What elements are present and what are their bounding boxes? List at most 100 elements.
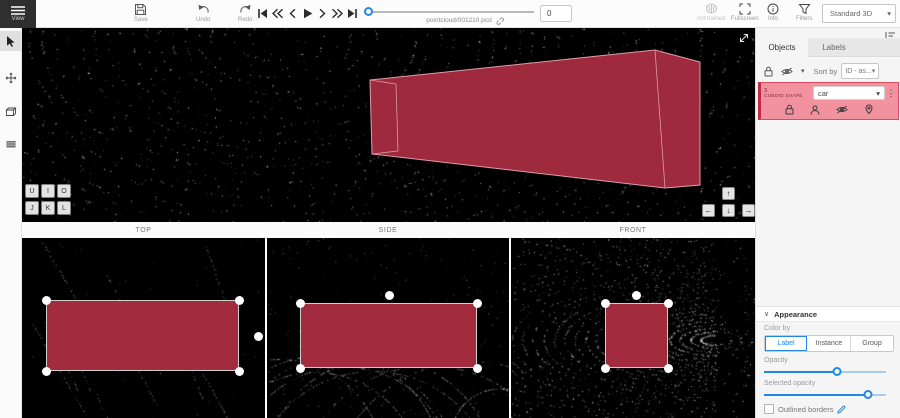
handle-bottom-right[interactable] — [664, 364, 673, 373]
perspective-viewport[interactable]: U I O J K L ↑ ← ↓ → — [22, 28, 755, 222]
nudge-down-button[interactable]: ↓ — [722, 204, 735, 217]
color-by-option-instance[interactable]: Instance — [808, 336, 851, 351]
hotkey-label: O — [61, 188, 66, 195]
lock-all-icon[interactable] — [764, 66, 773, 77]
fullscreen-button[interactable]: Fullscreen — [731, 3, 759, 22]
undo-button[interactable]: Undo — [196, 3, 210, 23]
handle-rotate[interactable] — [254, 332, 263, 341]
move-icon — [5, 72, 17, 84]
fast-backward-button[interactable] — [271, 7, 284, 20]
main-menu-button[interactable]: View — [0, 0, 36, 28]
handle-top-center[interactable] — [385, 291, 394, 300]
outlined-borders-row: Outlined borders — [764, 404, 846, 414]
save-button[interactable]: Save — [134, 3, 148, 23]
outlined-borders-checkbox[interactable] — [764, 404, 774, 414]
handle-top-left[interactable] — [601, 299, 610, 308]
color-by-segmented-control: Label Instance Group — [764, 335, 894, 352]
handle-bottom-right[interactable] — [235, 367, 244, 376]
hide-object-icon[interactable] — [836, 105, 848, 114]
play-button[interactable] — [301, 7, 314, 20]
paint-region-tool-button[interactable] — [0, 134, 21, 154]
frame-number-input[interactable] — [540, 5, 572, 22]
sort-dropdown[interactable]: ID - as... ▾ — [841, 63, 879, 79]
hotkey-k[interactable]: K — [41, 201, 55, 215]
cuboid-projection-front[interactable] — [605, 303, 668, 368]
hotkey-i[interactable]: I — [41, 184, 55, 198]
nudge-up-button[interactable]: ↑ — [722, 187, 735, 200]
brain-icon — [705, 3, 718, 15]
tab-objects[interactable]: Objects — [756, 38, 808, 57]
fast-forward-button[interactable] — [331, 7, 344, 20]
handle-top-left[interactable] — [42, 296, 51, 305]
frame-slider-knob[interactable] — [364, 7, 373, 16]
pan-tool-button[interactable] — [0, 68, 21, 88]
filters-button[interactable]: Filters — [796, 3, 812, 22]
filters-label: Filters — [796, 16, 812, 22]
side-ortho-view[interactable] — [267, 238, 509, 418]
link-icon[interactable] — [495, 16, 504, 25]
front-ortho-view[interactable] — [511, 238, 755, 418]
appearance-section-header[interactable]: ∨ Appearance — [756, 306, 900, 322]
cuboid-projection-side[interactable] — [300, 303, 477, 368]
opacity-slider-knob[interactable] — [833, 367, 842, 376]
filename: pointcloud/001210.pcd — [426, 17, 491, 24]
selected-opacity-slider-knob[interactable] — [863, 390, 872, 399]
object-class-dropdown[interactable]: car ▾ — [813, 86, 885, 100]
front-view-label: FRONT — [511, 222, 755, 238]
handle-top-center[interactable] — [632, 291, 641, 300]
handle-bottom-left[interactable] — [296, 364, 305, 373]
color-by-option-label[interactable]: Label — [765, 336, 808, 351]
nudge-right-button[interactable]: → — [742, 204, 755, 217]
redo-button[interactable]: Redo — [238, 3, 252, 23]
caret-down-icon[interactable]: ▾ — [801, 67, 805, 75]
handle-top-right[interactable] — [473, 299, 482, 308]
object-card-car[interactable]: 3 CUBOID SHAPE car ▾ ⋮ — [758, 82, 899, 120]
opacity-slider[interactable] — [764, 367, 886, 377]
object-shape-label: CUBOID SHAPE — [764, 94, 813, 99]
handle-bottom-left[interactable] — [601, 364, 610, 373]
expand-view-icon[interactable] — [738, 32, 750, 44]
cuboid-projection-top[interactable] — [46, 300, 239, 371]
objects-toolbar: ▾ Sort by ID - as... ▾ — [756, 60, 900, 82]
hotkey-u[interactable]: U — [25, 184, 39, 198]
skip-to-end-button[interactable] — [346, 7, 359, 20]
info-icon — [767, 3, 779, 15]
nudge-left-button[interactable]: ← — [702, 204, 715, 217]
pin-object-icon[interactable] — [864, 104, 874, 115]
skip-to-start-button[interactable] — [256, 7, 269, 20]
cuboid-annotation[interactable] — [22, 28, 755, 222]
select-tool-button[interactable] — [0, 31, 21, 51]
selected-opacity-slider[interactable] — [764, 390, 886, 400]
color-by-option-group[interactable]: Group — [851, 336, 893, 351]
hotkey-label: U — [29, 188, 34, 195]
hotkey-l[interactable]: L — [57, 201, 71, 215]
assign-user-icon[interactable] — [810, 105, 820, 115]
hotkey-o[interactable]: O — [57, 184, 71, 198]
handle-top-right[interactable] — [235, 296, 244, 305]
hotkey-j[interactable]: J — [25, 201, 39, 215]
layout-dropdown[interactable]: Standard 3D ▾ — [822, 4, 896, 23]
info-label: Info — [768, 16, 778, 22]
lock-object-icon[interactable] — [785, 104, 794, 115]
save-label: Save — [134, 17, 148, 23]
top-ortho-view[interactable] — [22, 238, 265, 418]
hotkey-label: L — [62, 205, 66, 212]
tab-labels[interactable]: Labels — [808, 38, 860, 57]
chevron-down-icon: ▾ — [872, 67, 876, 75]
hide-all-icon[interactable] — [781, 67, 793, 76]
fast-backward-icon — [272, 8, 283, 19]
handle-bottom-left[interactable] — [42, 367, 51, 376]
handle-top-left[interactable] — [296, 299, 305, 308]
info-button[interactable]: Info — [767, 3, 779, 22]
cuboid-tool-button[interactable] — [0, 102, 21, 122]
selected-opacity-label: Selected opacity — [764, 380, 815, 387]
handle-bottom-right[interactable] — [473, 364, 482, 373]
ai-model-button[interactable]: not trained — [697, 3, 725, 22]
step-forward-button[interactable] — [316, 7, 329, 20]
handle-top-right[interactable] — [664, 299, 673, 308]
edit-pencil-icon[interactable] — [837, 405, 846, 414]
step-backward-button[interactable] — [286, 7, 299, 20]
object-menu-icon[interactable]: ⋮ — [885, 88, 897, 99]
hotkey-label: K — [46, 205, 51, 212]
tool-sidebar — [0, 28, 22, 418]
